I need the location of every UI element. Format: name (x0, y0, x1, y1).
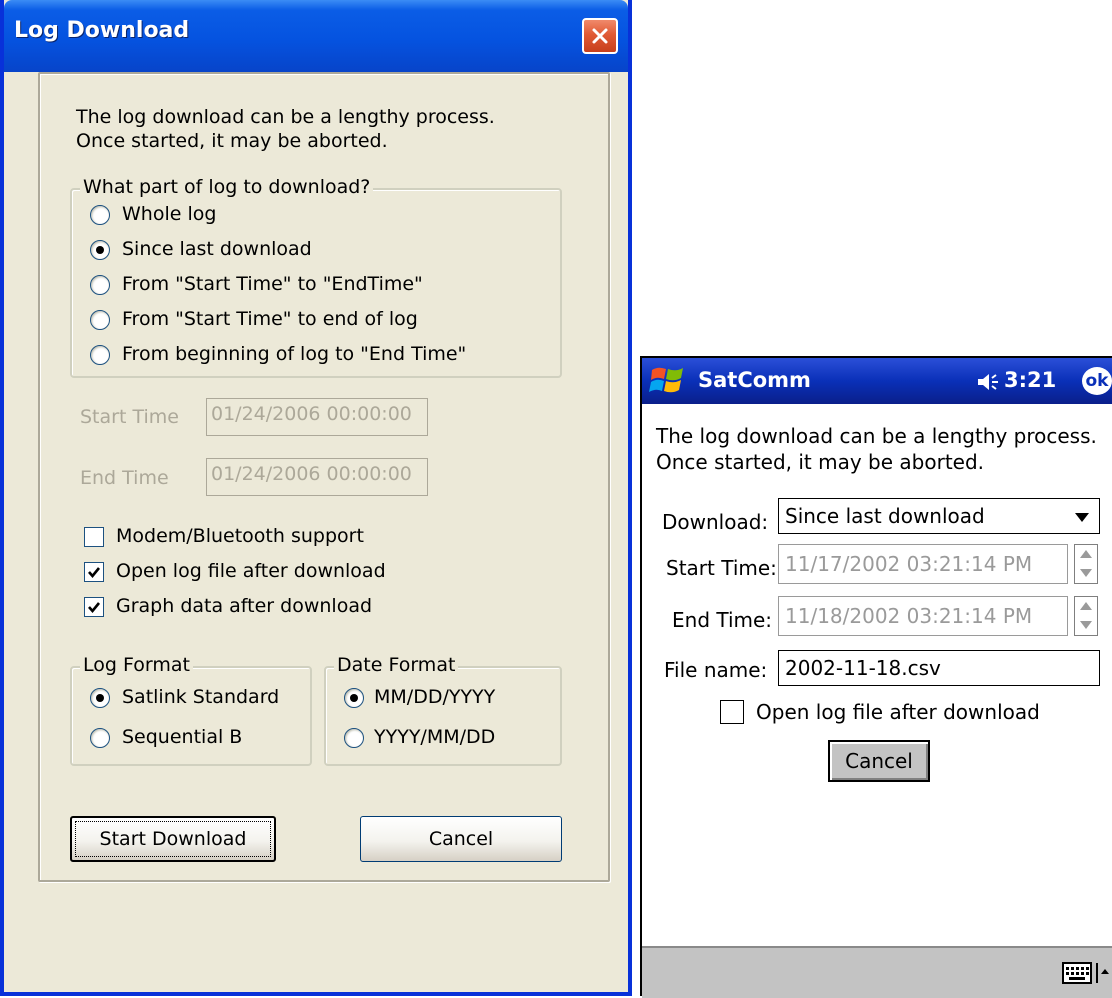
ppc-cancel-button[interactable]: Cancel (828, 740, 930, 782)
date-format-legend: Date Format (334, 654, 459, 676)
intro-text-line-1: The log download can be a lengthy proces… (76, 106, 495, 128)
download-range-legend: What part of log to download? (80, 176, 374, 198)
end-time-field[interactable]: 01/24/2006 00:00:00 (206, 458, 428, 496)
ppc-open-log-checkbox[interactable] (720, 700, 744, 724)
radio-beginning-to-end-label[interactable]: From beginning of log to "End Time" (122, 343, 466, 365)
download-select-value: Since last download (785, 504, 985, 528)
radio-since-last-download-label[interactable]: Since last download (122, 238, 312, 260)
radio-beginning-to-end[interactable] (90, 345, 110, 365)
radio-whole-log[interactable] (90, 205, 110, 225)
radio-since-last-download[interactable] (90, 240, 110, 260)
log-format-legend: Log Format (80, 654, 193, 676)
speaker-icon[interactable] (976, 372, 1000, 392)
caret-up-icon[interactable] (1096, 962, 1110, 984)
pocketpc-window: SatComm 3:21 ok The log download can be … (640, 356, 1112, 998)
log-download-dialog: Log Download The log download can be a l… (0, 0, 632, 996)
spin-down-icon[interactable] (1080, 621, 1092, 629)
start-time-spinner[interactable] (1074, 544, 1098, 584)
graph-data-checkbox[interactable] (84, 597, 104, 617)
modem-bluetooth-checkbox[interactable] (84, 527, 104, 547)
pocketpc-title-bar: SatComm 3:21 ok (642, 358, 1112, 404)
clock[interactable]: 3:21 (1004, 368, 1056, 392)
start-download-button[interactable]: Start Download (70, 816, 276, 862)
end-time-spinner[interactable] (1074, 596, 1098, 636)
download-label: Download: (662, 510, 769, 534)
radio-start-to-end-of-log[interactable] (90, 310, 110, 330)
checkmark-icon (88, 602, 101, 614)
dialog-title: Log Download (14, 18, 190, 43)
open-log-file-label[interactable]: Open log file after download (116, 560, 386, 582)
radio-mm-dd-yyyy[interactable] (344, 688, 364, 708)
radio-satlink-standard-label[interactable]: Satlink Standard (122, 686, 279, 708)
file-name-input[interactable]: 2002-11-18.csv (778, 650, 1100, 686)
radio-start-to-end[interactable] (90, 275, 110, 295)
ppc-start-time-label: Start Time: (666, 556, 777, 580)
start-time-label: Start Time (80, 406, 179, 428)
date-format-group: Date Format (324, 654, 562, 766)
modem-bluetooth-label[interactable]: Modem/Bluetooth support (116, 525, 364, 547)
log-format-group: Log Format (70, 654, 312, 766)
spin-down-icon[interactable] (1080, 569, 1092, 577)
ppc-intro-line-1: The log download can be a lengthy proces… (656, 424, 1097, 448)
close-icon (592, 28, 608, 44)
spin-up-icon[interactable] (1080, 602, 1092, 610)
radio-mm-dd-yyyy-label[interactable]: MM/DD/YYYY (374, 686, 495, 708)
start-download-label: Start Download (75, 821, 271, 857)
dropdown-arrow-icon (1075, 513, 1089, 522)
radio-satlink-standard[interactable] (90, 688, 110, 708)
file-name-label: File name: (664, 658, 768, 682)
checkmark-icon (88, 567, 101, 579)
radio-yyyy-mm-dd-label[interactable]: YYYY/MM/DD (374, 726, 495, 748)
end-time-label: End Time (80, 467, 169, 489)
ppc-end-time-label: End Time: (672, 608, 773, 632)
radio-start-to-end-label[interactable]: From "Start Time" to "EndTime" (122, 273, 423, 295)
radio-yyyy-mm-dd[interactable] (344, 728, 364, 748)
graph-data-label[interactable]: Graph data after download (116, 595, 372, 617)
dialog-title-bar[interactable]: Log Download (4, 0, 628, 72)
keyboard-icon[interactable] (1062, 962, 1092, 984)
start-time-field[interactable]: 01/24/2006 00:00:00 (206, 398, 428, 436)
ppc-end-time-field[interactable]: 11/18/2002 03:21:14 PM (778, 596, 1068, 636)
radio-whole-log-label[interactable]: Whole log (122, 203, 216, 225)
radio-sequential-b[interactable] (90, 728, 110, 748)
intro-text-line-2: Once started, it may be aborted. (76, 130, 388, 152)
windows-flag-icon[interactable] (648, 364, 688, 398)
open-log-file-checkbox[interactable] (84, 562, 104, 582)
spin-up-icon[interactable] (1080, 550, 1092, 558)
download-select[interactable]: Since last download (778, 498, 1100, 534)
menu-bar (642, 946, 1112, 998)
ppc-start-time-field[interactable]: 11/17/2002 03:21:14 PM (778, 544, 1068, 584)
cancel-button[interactable]: Cancel (360, 816, 562, 862)
ok-button[interactable]: ok (1082, 367, 1112, 395)
close-button[interactable] (582, 18, 618, 54)
radio-start-to-end-of-log-label[interactable]: From "Start Time" to end of log (122, 308, 418, 330)
radio-sequential-b-label[interactable]: Sequential B (122, 726, 242, 748)
ppc-intro-line-2: Once started, it may be aborted. (656, 450, 985, 474)
ppc-open-log-label[interactable]: Open log file after download (756, 700, 1040, 724)
app-title: SatComm (698, 368, 811, 392)
